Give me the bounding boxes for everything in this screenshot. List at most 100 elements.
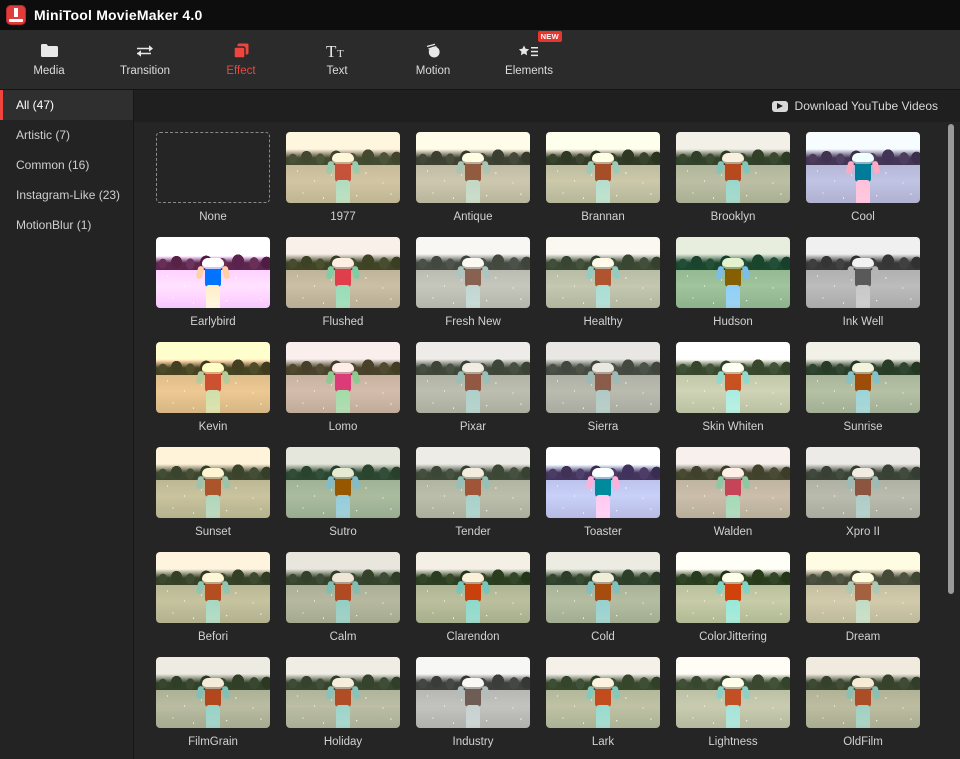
photo-person bbox=[325, 468, 361, 518]
effect-item[interactable]: Cool bbox=[798, 132, 928, 237]
effect-item[interactable]: Clarendon bbox=[408, 552, 538, 657]
effects-scrollbar-track[interactable] bbox=[947, 124, 955, 759]
photo-dress bbox=[596, 285, 610, 308]
effect-item[interactable]: 1977 bbox=[278, 132, 408, 237]
effect-preview-photo bbox=[286, 447, 400, 518]
sidebar-item-instagram-like[interactable]: Instagram-Like (23) bbox=[0, 180, 133, 210]
effect-item[interactable]: Earlybird bbox=[148, 237, 278, 342]
toolbar-item-media[interactable]: Media bbox=[14, 35, 84, 85]
effect-preview-photo bbox=[676, 237, 790, 308]
effect-item[interactable]: Cold bbox=[538, 552, 668, 657]
toolbar-item-effect[interactable]: Effect bbox=[206, 35, 276, 85]
effect-item[interactable]: Lark bbox=[538, 657, 668, 759]
effect-thumbnail[interactable] bbox=[676, 552, 790, 623]
effect-item[interactable]: Befori bbox=[148, 552, 278, 657]
effect-item[interactable]: Sutro bbox=[278, 447, 408, 552]
effect-thumbnail[interactable] bbox=[156, 552, 270, 623]
effect-thumbnail[interactable] bbox=[546, 342, 660, 413]
effect-item[interactable]: Tender bbox=[408, 447, 538, 552]
effect-item[interactable]: Antique bbox=[408, 132, 538, 237]
effect-thumbnail[interactable] bbox=[416, 342, 530, 413]
effect-label: None bbox=[199, 211, 227, 223]
effect-thumbnail[interactable] bbox=[546, 447, 660, 518]
effect-thumbnail[interactable] bbox=[676, 447, 790, 518]
effect-item[interactable]: ColorJittering bbox=[668, 552, 798, 657]
effect-item[interactable]: Holiday bbox=[278, 657, 408, 759]
effect-item[interactable]: Skin Whiten bbox=[668, 342, 798, 447]
toolbar-item-text[interactable]: T T Text bbox=[302, 35, 372, 85]
effect-item[interactable]: FilmGrain bbox=[148, 657, 278, 759]
effect-thumbnail[interactable] bbox=[806, 447, 920, 518]
effect-item[interactable]: Sunset bbox=[148, 447, 278, 552]
effect-thumbnail[interactable] bbox=[676, 237, 790, 308]
effect-item[interactable]: Sierra bbox=[538, 342, 668, 447]
effect-item[interactable]: Flushed bbox=[278, 237, 408, 342]
photo-dress bbox=[726, 285, 740, 308]
photo-torso bbox=[855, 477, 871, 498]
effect-thumbnail[interactable] bbox=[286, 447, 400, 518]
sidebar-item-all[interactable]: All (47) bbox=[0, 90, 133, 120]
effect-thumbnail[interactable] bbox=[286, 132, 400, 203]
effect-thumbnail[interactable] bbox=[416, 657, 530, 728]
toolbar-item-motion[interactable]: Motion bbox=[398, 35, 468, 85]
photo-person bbox=[585, 573, 621, 623]
effect-thumbnail[interactable] bbox=[156, 447, 270, 518]
effect-thumbnail[interactable] bbox=[416, 237, 530, 308]
effect-preview-photo bbox=[286, 657, 400, 728]
effect-thumbnail[interactable] bbox=[676, 657, 790, 728]
effect-thumbnail[interactable] bbox=[156, 237, 270, 308]
effect-thumbnail[interactable] bbox=[286, 552, 400, 623]
effect-item[interactable]: Healthy bbox=[538, 237, 668, 342]
effect-thumbnail[interactable] bbox=[806, 552, 920, 623]
sidebar-item-motionblur[interactable]: MotionBlur (1) bbox=[0, 210, 133, 240]
effect-item[interactable]: Lomo bbox=[278, 342, 408, 447]
effect-item[interactable]: Toaster bbox=[538, 447, 668, 552]
effect-thumbnail[interactable] bbox=[546, 657, 660, 728]
effect-thumbnail[interactable] bbox=[806, 342, 920, 413]
effect-item[interactable]: Industry bbox=[408, 657, 538, 759]
photo-hat bbox=[722, 363, 744, 375]
effect-item[interactable]: Ink Well bbox=[798, 237, 928, 342]
effect-item[interactable]: Hudson bbox=[668, 237, 798, 342]
toolbar-item-transition[interactable]: Transition bbox=[110, 35, 180, 85]
effect-item[interactable]: Sunrise bbox=[798, 342, 928, 447]
effect-item[interactable]: Kevin bbox=[148, 342, 278, 447]
effect-thumbnail[interactable] bbox=[546, 552, 660, 623]
effect-preview-photo bbox=[546, 447, 660, 518]
effects-scrollbar-thumb[interactable] bbox=[948, 124, 954, 594]
effect-thumbnail[interactable] bbox=[806, 237, 920, 308]
toolbar-item-elements[interactable]: NEW Elements bbox=[494, 30, 564, 85]
effect-item[interactable]: Dream bbox=[798, 552, 928, 657]
effect-thumbnail[interactable] bbox=[416, 552, 530, 623]
effect-thumbnail[interactable] bbox=[156, 342, 270, 413]
download-youtube-videos-button[interactable]: Download YouTube Videos bbox=[771, 99, 938, 113]
effect-thumbnail[interactable] bbox=[676, 342, 790, 413]
effect-item[interactable]: Brannan bbox=[538, 132, 668, 237]
effect-thumbnail[interactable] bbox=[286, 342, 400, 413]
effect-thumbnail[interactable] bbox=[286, 237, 400, 308]
sidebar-item-common[interactable]: Common (16) bbox=[0, 150, 133, 180]
sidebar-item-artistic[interactable]: Artistic (7) bbox=[0, 120, 133, 150]
effect-item[interactable]: Calm bbox=[278, 552, 408, 657]
effect-item[interactable]: Pixar bbox=[408, 342, 538, 447]
effect-thumbnail[interactable] bbox=[546, 132, 660, 203]
effect-thumbnail[interactable] bbox=[286, 657, 400, 728]
effect-item[interactable]: None bbox=[148, 132, 278, 237]
effect-thumbnail[interactable] bbox=[416, 447, 530, 518]
effect-thumbnail[interactable] bbox=[156, 657, 270, 728]
effect-item[interactable]: Fresh New bbox=[408, 237, 538, 342]
effect-thumbnail[interactable] bbox=[546, 237, 660, 308]
effect-thumbnail[interactable] bbox=[676, 132, 790, 203]
photo-person bbox=[715, 363, 751, 413]
photo-dress bbox=[206, 285, 220, 308]
effect-thumbnail[interactable] bbox=[806, 132, 920, 203]
effect-label: Befori bbox=[197, 631, 229, 643]
effect-item[interactable]: Brooklyn bbox=[668, 132, 798, 237]
effect-thumbnail[interactable] bbox=[156, 132, 270, 203]
effect-thumbnail[interactable] bbox=[806, 657, 920, 728]
effect-item[interactable]: Xpro II bbox=[798, 447, 928, 552]
effect-item[interactable]: Walden bbox=[668, 447, 798, 552]
effect-item[interactable]: OldFilm bbox=[798, 657, 928, 759]
effect-thumbnail[interactable] bbox=[416, 132, 530, 203]
effect-item[interactable]: Lightness bbox=[668, 657, 798, 759]
